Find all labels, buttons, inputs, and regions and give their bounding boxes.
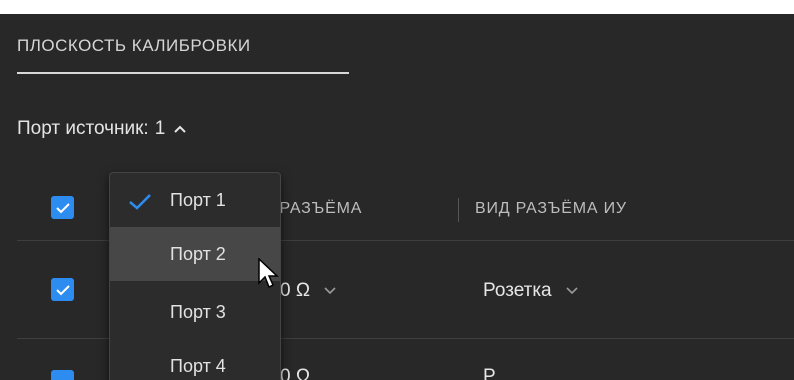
gender-select-row-2[interactable]: Р: [483, 366, 496, 380]
impedance-select-row-1[interactable]: 0 Ω: [280, 280, 336, 302]
menu-item-port-3[interactable]: Порт 3: [110, 285, 280, 339]
row-checkbox-2[interactable]: [51, 370, 74, 380]
column-header-connector[interactable]: I РАЗЪЁМА: [269, 200, 362, 218]
port-dropdown-menu: Порт 1 Порт 2 Порт 3 Порт 4: [109, 172, 281, 380]
calibration-plane-panel: ПЛОСКОСТЬ КАЛИБРОВКИ Порт источник: 1 I …: [0, 14, 794, 380]
gender-value: Розетка: [483, 280, 552, 301]
chevron-up-icon: [173, 124, 187, 134]
impedance-value: 0 Ω: [280, 280, 311, 301]
check-icon: [55, 284, 70, 295]
gender-value: Р: [483, 366, 496, 380]
impedance-select-row-2[interactable]: 0 Ω: [280, 366, 310, 380]
menu-item-port-4[interactable]: Порт 4: [110, 339, 280, 380]
check-icon: [128, 193, 152, 216]
mouse-pointer-icon: [258, 257, 280, 295]
column-header-dut-connector[interactable]: ВИД РАЗЪЁМА ИУ: [475, 200, 627, 218]
check-icon: [55, 202, 70, 213]
chevron-down-icon: [566, 287, 578, 295]
gender-select-row-1[interactable]: Розетка: [483, 280, 578, 302]
menu-item-port-2[interactable]: Порт 2: [110, 227, 280, 281]
title-underline: [17, 72, 349, 74]
menu-item-label: Порт 4: [170, 356, 226, 376]
menu-item-port-1[interactable]: Порт 1: [110, 173, 280, 227]
column-separator: [458, 198, 459, 222]
menu-item-label: Порт 3: [170, 302, 226, 322]
row-checkbox-1[interactable]: [51, 278, 74, 301]
source-port-label: Порт источник:: [17, 118, 149, 139]
source-port-value: 1: [154, 118, 166, 139]
menu-item-label: Порт 2: [170, 244, 226, 264]
source-port-selector[interactable]: Порт источник: 1: [17, 118, 187, 140]
chevron-down-icon: [324, 287, 336, 295]
menu-item-label: Порт 1: [170, 190, 226, 210]
section-title: ПЛОСКОСТЬ КАЛИБРОВКИ: [17, 36, 251, 55]
select-all-checkbox[interactable]: [51, 196, 74, 219]
impedance-value: 0 Ω: [280, 366, 311, 380]
